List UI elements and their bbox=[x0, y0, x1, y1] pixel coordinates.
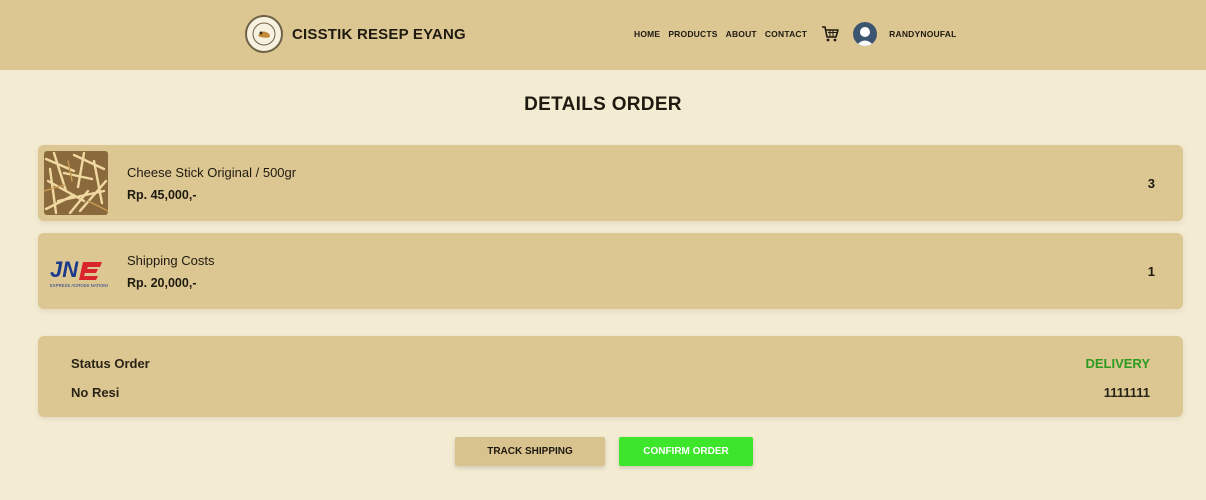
item-quantity: 1 bbox=[1147, 264, 1155, 279]
order-item-product: Cheese Stick Original / 500gr Rp. 45,000… bbox=[38, 145, 1183, 221]
item-name: Cheese Stick Original / 500gr bbox=[127, 165, 297, 180]
product-thumbnail bbox=[44, 151, 108, 215]
tracking-number-value: 1111111 bbox=[1103, 385, 1150, 400]
item-price: Rp. 20,000,- bbox=[127, 276, 197, 290]
confirm-order-button[interactable]: CONFIRM ORDER bbox=[619, 437, 753, 466]
item-name: Shipping Costs bbox=[127, 253, 215, 268]
cart-icon[interactable] bbox=[821, 25, 839, 43]
track-shipping-button[interactable]: TRACK SHIPPING bbox=[455, 437, 605, 466]
nav-contact[interactable]: CONTACT bbox=[765, 29, 807, 39]
brand[interactable]: CISSTIK RESEP EYANG bbox=[245, 15, 466, 53]
page-title: DETAILS ORDER bbox=[524, 94, 682, 115]
status-order-label: Status Order bbox=[71, 356, 150, 371]
order-status-card: Status Order DELIVERY No Resi 1111111 bbox=[38, 336, 1183, 417]
nav-about[interactable]: ABOUT bbox=[726, 29, 757, 39]
svg-text:EXPRESS ACROSS NATIONS: EXPRESS ACROSS NATIONS bbox=[50, 283, 108, 288]
user-name[interactable]: RANDYNOUFAL bbox=[889, 29, 956, 39]
navbar: CISSTIK RESEP EYANG HOME PRODUCTS ABOUT … bbox=[0, 0, 1206, 70]
item-quantity: 3 bbox=[1147, 176, 1155, 191]
order-item-shipping: JN EXPRESS ACROSS NATIONS Shipping Costs… bbox=[38, 233, 1183, 309]
nav-links: HOME PRODUCTS ABOUT CONTACT RANDYNOUFAL bbox=[634, 22, 957, 46]
jne-logo-icon: JN EXPRESS ACROSS NATIONS bbox=[44, 239, 108, 303]
svg-text:JN: JN bbox=[50, 257, 79, 282]
avatar-icon[interactable] bbox=[853, 22, 878, 46]
brand-name: CISSTIK RESEP EYANG bbox=[292, 25, 466, 43]
tracking-number-label: No Resi bbox=[71, 385, 120, 400]
nav-products[interactable]: PRODUCTS bbox=[668, 29, 717, 39]
item-price: Rp. 45,000,- bbox=[127, 188, 197, 202]
brand-logo bbox=[245, 15, 283, 53]
status-order-value: DELIVERY bbox=[1085, 356, 1150, 371]
nav-home[interactable]: HOME bbox=[634, 29, 660, 39]
